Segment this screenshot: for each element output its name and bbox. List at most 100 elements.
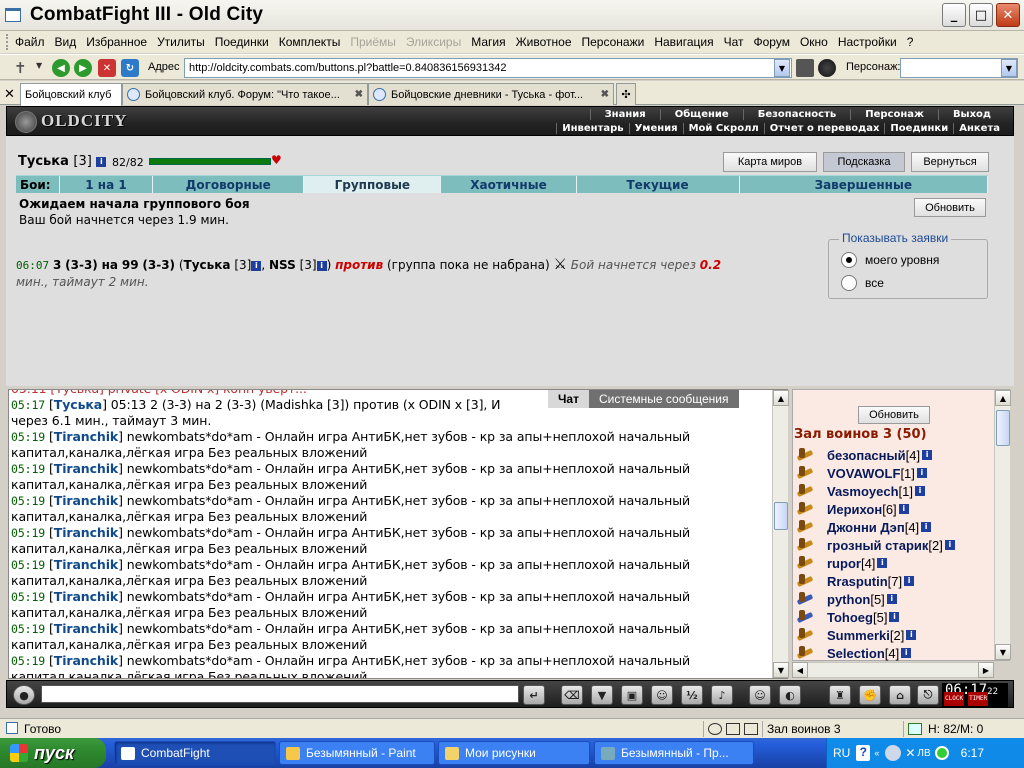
menu-item-16[interactable]: ? bbox=[907, 35, 914, 49]
menu-item-14[interactable]: Окно bbox=[800, 35, 828, 49]
game-nav-row2-2[interactable]: Мой Скролл bbox=[682, 123, 764, 134]
room-scrollbar[interactable]: ▲ ▼ bbox=[994, 390, 1011, 660]
character-dropdown-icon[interactable]: ▼ bbox=[1001, 59, 1017, 77]
fight-tab-0[interactable]: 1 на 1 bbox=[60, 176, 154, 193]
info-icon[interactable]: i bbox=[316, 260, 327, 271]
refresh-icon[interactable]: ↻ bbox=[121, 59, 139, 77]
blue-sword-icon[interactable] bbox=[795, 610, 817, 624]
menu-item-15[interactable]: Настройки bbox=[838, 35, 897, 49]
smiley-menu-icon[interactable]: ● bbox=[13, 685, 35, 705]
start-button[interactable]: пуск bbox=[0, 738, 106, 768]
menu-item-4[interactable]: Поединки bbox=[215, 35, 269, 49]
game-nav-row1-2[interactable]: Безопасность bbox=[742, 109, 851, 120]
game-nav-row2-1[interactable]: Умения bbox=[628, 123, 683, 134]
room-user[interactable]: Джонни Дэп [4] i bbox=[795, 518, 932, 536]
lv-icon[interactable]: ЛВ bbox=[917, 748, 930, 759]
menu-item-12[interactable]: Чат bbox=[724, 35, 744, 49]
game-nav-row1-1[interactable]: Общение bbox=[659, 109, 743, 120]
chat-log[interactable]: 05:11 [Туська] private [x ODIN x] конн у… bbox=[8, 389, 788, 679]
bear-icon[interactable] bbox=[818, 59, 836, 77]
fight-tab-1[interactable]: Договорные bbox=[153, 176, 305, 193]
menu-item-8[interactable]: Магия bbox=[471, 35, 505, 49]
pin-icon[interactable]: ✝ bbox=[14, 59, 27, 77]
sword-icon[interactable] bbox=[795, 646, 817, 660]
browser-tab-forum[interactable]: Бойцовский клуб. Форум: "Что такое... ✖ bbox=[122, 83, 368, 105]
sword-icon[interactable] bbox=[795, 574, 817, 588]
chat-nick[interactable]: Tiranchik bbox=[54, 621, 118, 636]
info-icon[interactable]: i bbox=[886, 594, 897, 604]
back-icon[interactable]: ◀ bbox=[52, 59, 70, 77]
task-combatfight[interactable]: CombatFight bbox=[114, 741, 276, 765]
room-user[interactable]: Selection [4] i bbox=[795, 644, 912, 662]
room-user[interactable]: Tohoeg [5] i bbox=[795, 608, 900, 626]
scroll-up-icon[interactable]: ▲ bbox=[773, 390, 789, 406]
status-green-icon[interactable] bbox=[934, 746, 949, 760]
room-user[interactable]: безопасный [4] i bbox=[795, 446, 933, 464]
split-icon[interactable]: ½ bbox=[681, 685, 703, 705]
info-icon[interactable]: i bbox=[922, 450, 933, 460]
sword-icon[interactable] bbox=[795, 502, 817, 516]
chat-nick[interactable]: Tiranchik bbox=[54, 557, 118, 572]
info-icon[interactable]: i bbox=[251, 260, 262, 271]
menu-item-3[interactable]: Утилиты bbox=[157, 35, 205, 49]
chat-nick[interactable]: Tiranchik bbox=[54, 589, 118, 604]
browser-tab-club[interactable]: Бойцовский клуб bbox=[20, 83, 122, 106]
scroll-right-icon[interactable]: ▶ bbox=[978, 662, 994, 678]
info-icon[interactable]: i bbox=[904, 576, 915, 586]
info-icon[interactable]: i bbox=[901, 648, 912, 658]
smile-icon[interactable]: ☺ bbox=[749, 685, 771, 705]
room-user[interactable]: Vasmoyech [1] i bbox=[795, 482, 926, 500]
world-map-button[interactable]: Карта миров bbox=[723, 152, 817, 172]
chat-nick[interactable]: Tiranchik bbox=[54, 461, 118, 476]
sword-icon[interactable] bbox=[795, 556, 817, 570]
save-icon[interactable]: ▣ bbox=[621, 685, 643, 705]
house-icon[interactable]: ⌂ bbox=[889, 685, 911, 705]
person-icon[interactable]: ☺ bbox=[651, 685, 673, 705]
close-button[interactable]: ✕ bbox=[996, 3, 1020, 27]
tab-close-icon[interactable]: ✖ bbox=[355, 89, 363, 100]
room-user[interactable]: VOVAWOLF [1] i bbox=[795, 464, 927, 482]
pin-dropdown-icon[interactable]: ▼ bbox=[36, 61, 42, 70]
game-nav-row2-3[interactable]: Отчет о переводах bbox=[763, 123, 885, 134]
chat-nick[interactable]: Tiranchik bbox=[54, 525, 118, 540]
task-my-pictures[interactable]: Мои рисунки bbox=[438, 741, 590, 765]
fight-tab-3[interactable]: Хаотичные bbox=[441, 176, 577, 193]
scroll-down-icon[interactable]: ▼ bbox=[773, 662, 789, 678]
chat-input[interactable] bbox=[41, 685, 519, 703]
menu-item-11[interactable]: Навигация bbox=[654, 35, 713, 49]
game-nav-row1-0[interactable]: Знания bbox=[589, 109, 660, 120]
send-icon[interactable]: ↵ bbox=[523, 685, 545, 705]
info-icon[interactable]: i bbox=[889, 612, 900, 622]
menu-item-2[interactable]: Избранное bbox=[86, 35, 147, 49]
exit-icon[interactable]: ⎋ bbox=[917, 685, 939, 705]
back-button[interactable]: Вернуться bbox=[911, 152, 989, 172]
bag-icon[interactable]: ♜ bbox=[829, 685, 851, 705]
refresh-button[interactable]: Обновить bbox=[914, 198, 986, 217]
info-icon[interactable]: i bbox=[921, 522, 932, 532]
tab-system-messages[interactable]: Системные сообщения bbox=[588, 390, 739, 408]
minimize-button[interactable]: _ bbox=[942, 3, 966, 27]
sword-icon[interactable] bbox=[795, 484, 817, 498]
new-tab-button[interactable]: ✣ bbox=[616, 83, 636, 105]
room-user[interactable]: Rrasputin [7] i bbox=[795, 572, 915, 590]
maximize-button[interactable]: □ bbox=[969, 3, 993, 27]
menu-item-1[interactable]: Вид bbox=[55, 35, 77, 49]
chat-scroll-thumb[interactable] bbox=[774, 502, 788, 530]
sound-icon[interactable]: ♪ bbox=[711, 685, 733, 705]
chat-nick[interactable]: Tiranchik bbox=[54, 429, 118, 444]
room-user[interactable]: грозный старик [2] i bbox=[795, 536, 955, 554]
menu-item-0[interactable]: Файл bbox=[15, 35, 45, 49]
sword-icon[interactable] bbox=[795, 466, 817, 480]
info-icon[interactable]: i bbox=[916, 468, 927, 478]
eraser-icon[interactable]: ⌫ bbox=[561, 685, 583, 705]
menu-item-10[interactable]: Персонажи bbox=[582, 35, 645, 49]
menu-item-5[interactable]: Комплекты bbox=[279, 35, 341, 49]
sword-icon[interactable] bbox=[795, 520, 817, 534]
address-dropdown-icon[interactable]: ▼ bbox=[774, 59, 790, 77]
room-user[interactable]: rupor [4] i bbox=[795, 554, 888, 572]
chat-scrollbar[interactable]: ▲ ▼ bbox=[772, 390, 789, 678]
radio-all[interactable] bbox=[841, 275, 857, 291]
scroll-down-icon[interactable]: ▼ bbox=[995, 644, 1011, 660]
sword-icon[interactable] bbox=[795, 538, 817, 552]
radio-my-level[interactable] bbox=[841, 252, 857, 268]
